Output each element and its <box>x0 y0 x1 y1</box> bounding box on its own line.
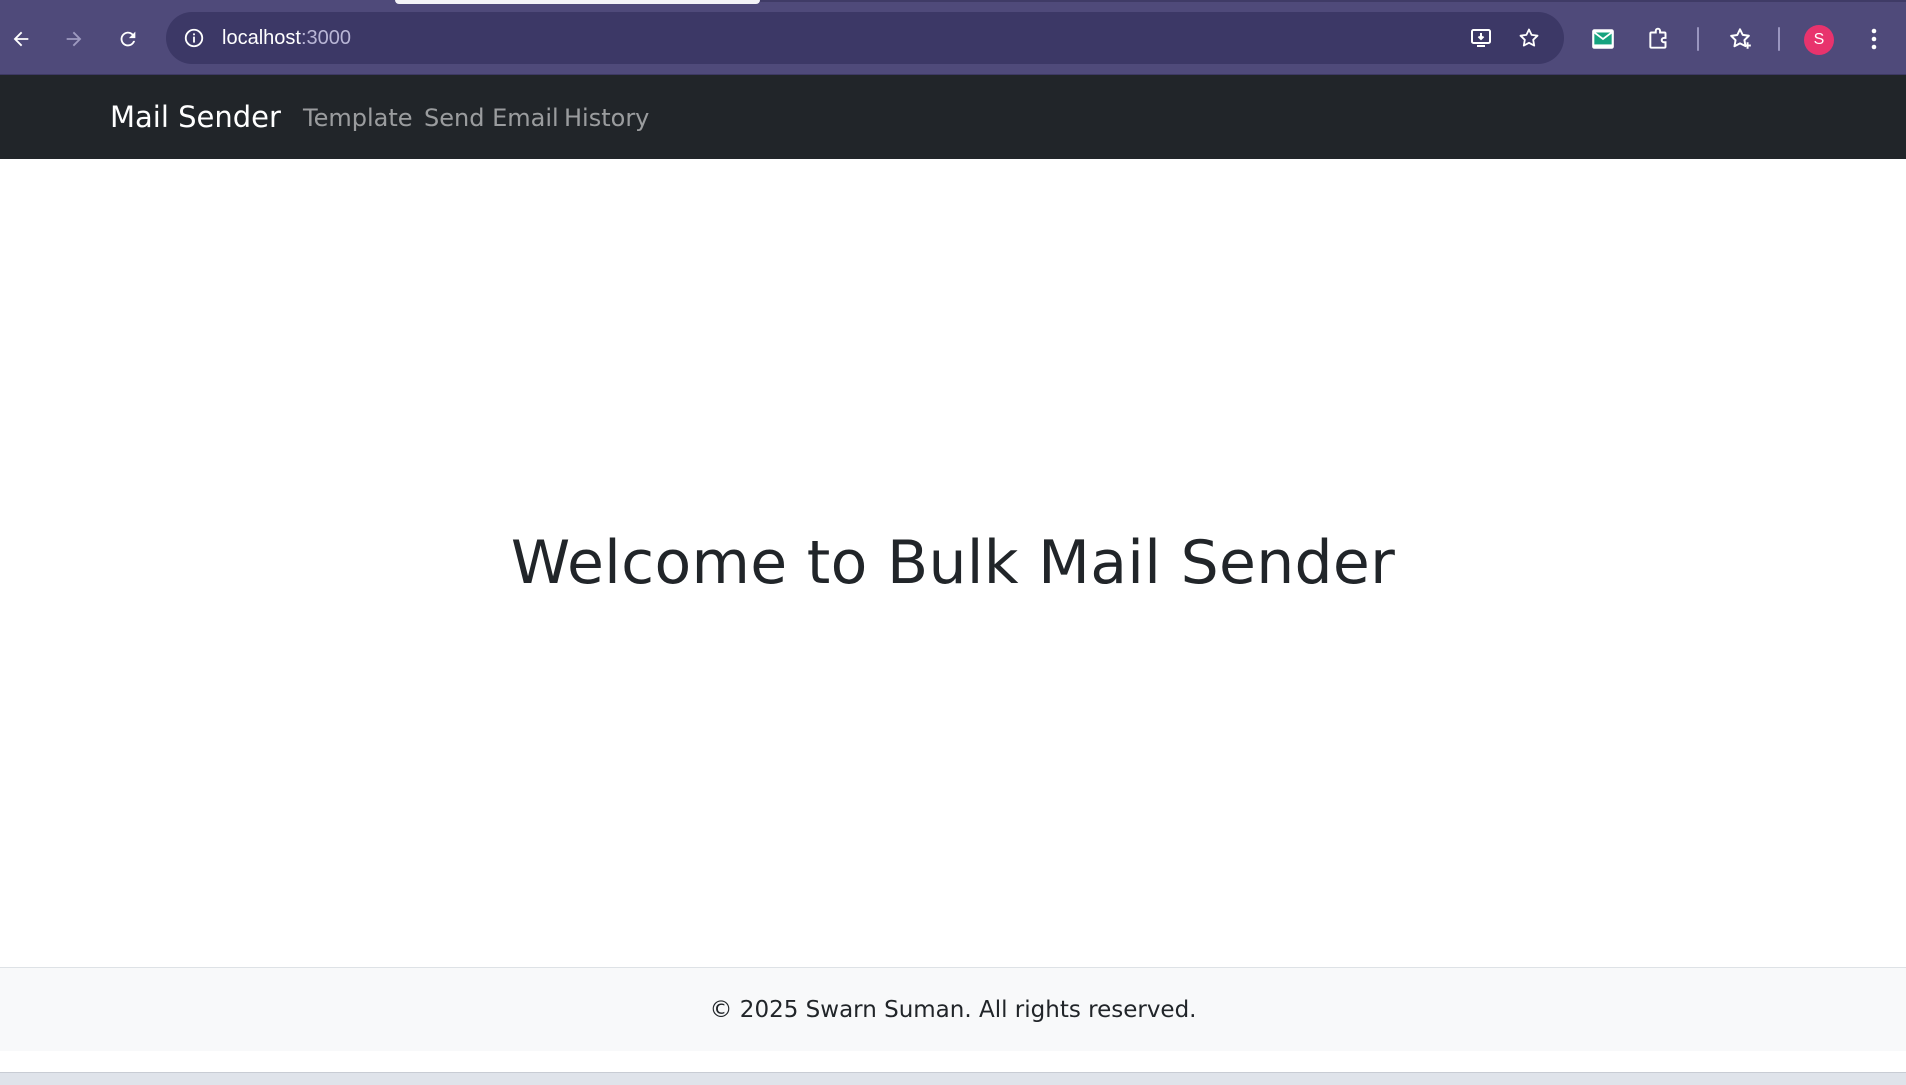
reload-icon <box>120 31 136 47</box>
reload-button[interactable] <box>111 22 145 56</box>
info-icon[interactable] <box>181 25 207 51</box>
nav-link-template[interactable]: Template <box>303 101 413 135</box>
url-text[interactable]: localhost:3000 <box>222 25 351 51</box>
arrow-right-icon <box>66 31 82 47</box>
star-icon[interactable] <box>1514 23 1544 53</box>
arrow-left-icon <box>13 31 29 47</box>
page-footer: © 2025 Swarn Suman. All rights reserved. <box>0 967 1906 1051</box>
url-host: localhost <box>222 27 301 49</box>
main-content: Welcome to Bulk Mail Sender <box>0 159 1906 967</box>
navbar-brand[interactable]: Mail Sender <box>110 97 281 137</box>
forward-button[interactable] <box>57 22 91 56</box>
profile-avatar[interactable]: S <box>1804 25 1834 55</box>
kebab-menu-icon[interactable] <box>1857 22 1891 56</box>
footer-copyright: © 2025 Swarn Suman. All rights reserved. <box>709 996 1197 1023</box>
puzzle-icon[interactable] <box>1642 22 1676 56</box>
os-taskbar <box>0 1072 1906 1085</box>
nav-link-send-email[interactable]: Send Email <box>424 101 559 135</box>
tab-strip <box>760 0 1906 2</box>
mail-extension-icon[interactable] <box>1586 22 1620 56</box>
install-app-icon[interactable] <box>1466 23 1496 53</box>
app-navbar: Mail Sender Template Send Email History <box>0 75 1906 159</box>
active-tab-edge <box>395 0 760 4</box>
toolbar-separator <box>1778 27 1780 51</box>
toolbar-separator <box>1697 27 1699 51</box>
address-bar[interactable]: localhost:3000 <box>166 12 1564 64</box>
url-port: :3000 <box>300 27 351 49</box>
welcome-heading: Welcome to Bulk Mail Sender <box>510 528 1396 598</box>
bookmarks-icon[interactable] <box>1723 22 1757 56</box>
nav-link-history[interactable]: History <box>564 101 649 135</box>
browser-toolbar: localhost:3000 S <box>0 0 1906 75</box>
back-button[interactable] <box>4 22 38 56</box>
